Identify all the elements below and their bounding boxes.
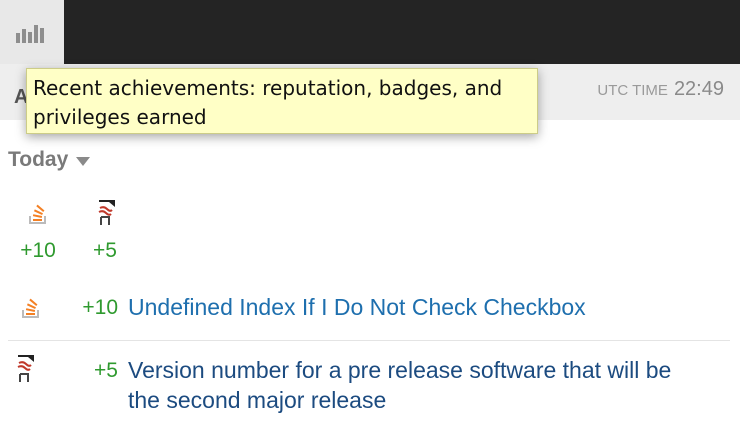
event-link[interactable]: Undefined Index If I Do Not Check Checkb… <box>128 292 688 322</box>
summary-amount: +10 <box>20 239 56 262</box>
stackoverflow-icon <box>16 292 46 322</box>
summary-item-softwarerecs[interactable]: +5 <box>83 198 127 263</box>
event-link[interactable]: Version number for a pre release softwar… <box>128 355 688 415</box>
achievements-bars-icon <box>16 25 44 43</box>
today-label: Today <box>8 148 69 171</box>
row-divider <box>8 340 730 341</box>
summary-item-stackoverflow[interactable]: +10 <box>16 198 60 263</box>
utc-time: 22:49 <box>673 78 724 100</box>
software-recs-icon <box>16 353 46 383</box>
achievements-tooltip: Recent achievements: reputation, badges,… <box>26 68 538 134</box>
event-amount: +5 <box>94 359 118 382</box>
utc-label: UTC TIME <box>597 82 668 99</box>
event-amount: +10 <box>82 296 118 319</box>
achievements-button[interactable] <box>0 0 64 64</box>
software-recs-icon <box>90 198 120 228</box>
today-filter[interactable]: Today <box>8 148 91 172</box>
stackoverflow-icon <box>23 198 53 228</box>
utc-clock: UTC TIME 22:49 <box>597 78 724 101</box>
caret-down-icon <box>76 156 91 166</box>
summary-amount: +5 <box>93 239 117 262</box>
top-bar <box>0 0 740 64</box>
